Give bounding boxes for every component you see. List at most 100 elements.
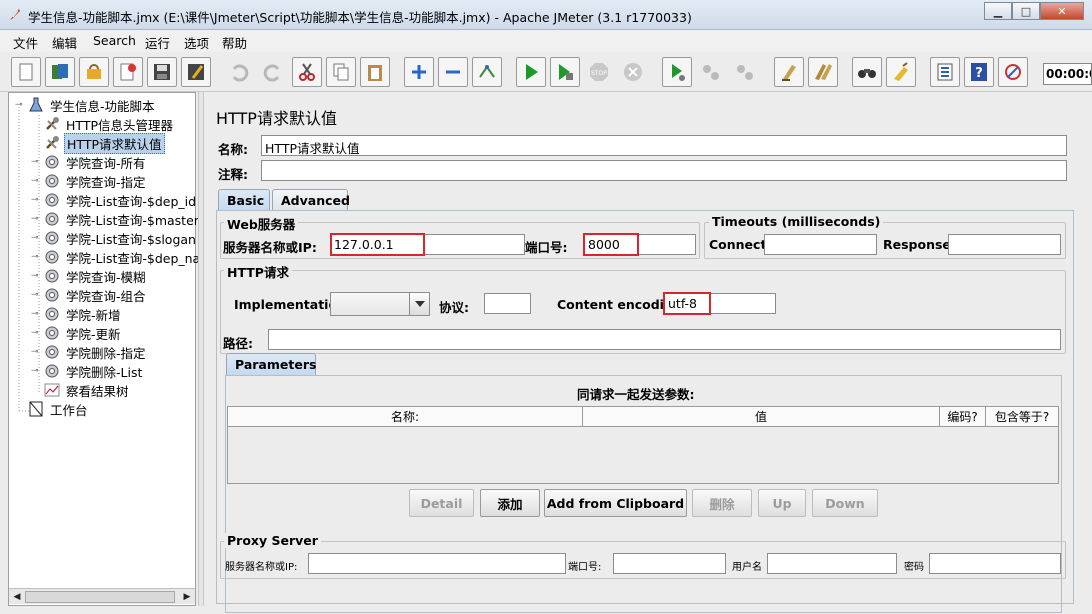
expand-toggle-icon[interactable]: ⊸ <box>31 157 43 167</box>
shutdown-icon[interactable] <box>618 57 648 87</box>
tree-item[interactable]: ⊸ 学院查询-组合 <box>31 286 148 304</box>
function-helper-icon[interactable] <box>930 57 960 87</box>
remote-stop-icon[interactable] <box>696 57 726 87</box>
collapse-toggle-icon[interactable]: ⊸ <box>15 100 27 110</box>
copy-icon[interactable] <box>326 57 356 87</box>
proxy-server-field[interactable] <box>308 553 566 574</box>
start-icon[interactable] <box>516 57 546 87</box>
proxy-user-field[interactable] <box>767 553 897 574</box>
proxy-password-field[interactable] <box>929 553 1061 574</box>
tree-item[interactable]: HTTP请求默认值 <box>31 132 165 154</box>
parameters-table[interactable]: 名称: 值 编码? 包含等于? <box>227 406 1059 484</box>
column-value[interactable]: 值 <box>583 407 940 427</box>
save-as-icon[interactable] <box>181 57 211 87</box>
down-button[interactable]: Down <box>812 489 878 517</box>
tree-horizontal-scrollbar[interactable]: ◀ ▶ <box>9 588 195 604</box>
cut-icon[interactable] <box>292 57 322 87</box>
response-field[interactable] <box>948 234 1061 255</box>
implementation-select[interactable] <box>330 292 430 316</box>
new-icon[interactable] <box>11 57 41 87</box>
expand-toggle-icon[interactable]: ⊸ <box>31 366 43 376</box>
path-field[interactable] <box>268 329 1061 350</box>
collapse-icon[interactable] <box>438 57 468 87</box>
delete-button[interactable]: 删除 <box>692 489 752 517</box>
open-icon[interactable] <box>79 57 109 87</box>
expand-toggle-icon[interactable]: ⊸ <box>31 290 43 300</box>
expand-toggle-icon[interactable]: ⊸ <box>31 252 43 262</box>
menu-search[interactable]: Search <box>93 33 136 48</box>
expand-toggle-icon[interactable]: ⊸ <box>31 214 43 224</box>
detail-button[interactable]: Detail <box>409 489 474 517</box>
menu-options[interactable]: 选项 <box>184 33 209 52</box>
tree-item[interactable]: ⊸ 学院查询-所有 <box>31 153 148 171</box>
menu-run[interactable]: 运行 <box>145 33 170 52</box>
expand-toggle-icon[interactable]: ⊸ <box>31 328 43 338</box>
redo-icon[interactable] <box>258 57 288 87</box>
menu-edit[interactable]: 编辑 <box>52 33 77 52</box>
connect-field[interactable] <box>764 234 877 255</box>
close-button[interactable]: ✕ <box>1040 2 1084 20</box>
expand-toggle-icon[interactable]: ⊸ <box>31 347 43 357</box>
expand-toggle-icon[interactable]: ⊸ <box>31 233 43 243</box>
tree-item[interactable]: ⊸ 学院-List查询-$dep_na <box>31 248 202 266</box>
expand-icon[interactable] <box>404 57 434 87</box>
paste-icon[interactable] <box>360 57 390 87</box>
scroll-right-icon[interactable]: ▶ <box>180 590 194 604</box>
remote-start-icon[interactable] <box>662 57 692 87</box>
maximize-button[interactable]: □ <box>1012 2 1040 20</box>
tree-root[interactable]: ⊸ 学生信息-功能脚本 <box>15 96 157 114</box>
add-button[interactable]: 添加 <box>480 489 540 517</box>
menu-file[interactable]: 文件 <box>13 33 38 52</box>
tree-item[interactable]: ⊸ 学院删除-指定 <box>31 343 148 361</box>
test-plan-tree[interactable]: ⊸ 学生信息-功能脚本 HTTP信息头管理器 HTTP请求默认值 ⊸ 学院查询-所有 ⊸… <box>8 92 200 606</box>
tree-item[interactable]: ⊸ 学院-新增 <box>31 305 123 323</box>
tree-item[interactable]: ⊸ 学院-List查询-$master <box>31 210 201 228</box>
clear-all-icon[interactable] <box>808 57 838 87</box>
scroll-left-icon[interactable]: ◀ <box>10 590 24 604</box>
protocol-field[interactable] <box>484 293 531 314</box>
add-from-clipboard-button[interactable]: Add from Clipboard <box>544 489 687 517</box>
proxy-port-field[interactable] <box>613 553 726 574</box>
tree-item[interactable]: ⊸ 学院查询-指定 <box>31 172 148 190</box>
close-test-icon[interactable] <box>113 57 143 87</box>
tree-item[interactable]: ⊸ 学院-更新 <box>31 324 123 342</box>
expand-toggle-icon[interactable]: ⊸ <box>31 309 43 319</box>
remote-shutdown-icon[interactable] <box>730 57 760 87</box>
column-include-equals[interactable]: 包含等于? <box>986 407 1058 427</box>
remote-engine-icon[interactable] <box>998 57 1028 87</box>
chevron-down-icon[interactable] <box>409 293 429 315</box>
menu-help[interactable]: 帮助 <box>222 33 247 52</box>
expand-toggle-icon[interactable]: ⊸ <box>31 176 43 186</box>
save-icon[interactable] <box>147 57 177 87</box>
minimize-button[interactable]: ▁ <box>984 2 1012 20</box>
title-bar: 学生信息-功能脚本.jmx (E:\课件\Jmeter\Script\功能脚本\… <box>0 0 1092 30</box>
expand-toggle-icon[interactable]: ⊸ <box>31 271 43 281</box>
column-name[interactable]: 名称: <box>228 407 583 427</box>
tree-item[interactable]: ⊸ 学院-List查询-$slogan <box>31 229 198 247</box>
help-icon[interactable]: ? <box>964 57 994 87</box>
search-icon[interactable] <box>852 57 882 87</box>
tree-item[interactable]: HTTP信息头管理器 <box>31 115 175 133</box>
scroll-thumb[interactable] <box>25 591 175 603</box>
tree-item[interactable]: ⊸ 学院查询-模糊 <box>31 267 148 285</box>
split-pane-divider[interactable] <box>198 92 204 606</box>
clear-icon[interactable] <box>774 57 804 87</box>
name-field[interactable]: HTTP请求默认值 <box>261 135 1067 156</box>
expand-toggle-icon[interactable]: ⊸ <box>31 195 43 205</box>
tree-item[interactable]: 察看结果树 <box>31 381 131 399</box>
tree-item[interactable]: ⊸ 学院-List查询-$dep_id <box>31 191 198 209</box>
reset-search-icon[interactable] <box>886 57 916 87</box>
tab-basic[interactable]: Basic <box>218 189 270 211</box>
tree-item[interactable]: ⊸ 学院删除-List <box>31 362 144 380</box>
comment-field[interactable] <box>261 160 1067 181</box>
undo-icon[interactable] <box>224 57 254 87</box>
stop-icon[interactable]: STOP <box>584 57 614 87</box>
templates-icon[interactable] <box>45 57 75 87</box>
tab-parameters[interactable]: Parameters <box>226 353 316 375</box>
up-button[interactable]: Up <box>758 489 806 517</box>
tree-workbench[interactable]: 工作台 <box>15 400 90 418</box>
start-no-pause-icon[interactable] <box>550 57 580 87</box>
toggle-icon[interactable] <box>472 57 502 87</box>
column-encode[interactable]: 编码? <box>940 407 986 427</box>
tab-advanced[interactable]: Advanced <box>272 189 350 211</box>
